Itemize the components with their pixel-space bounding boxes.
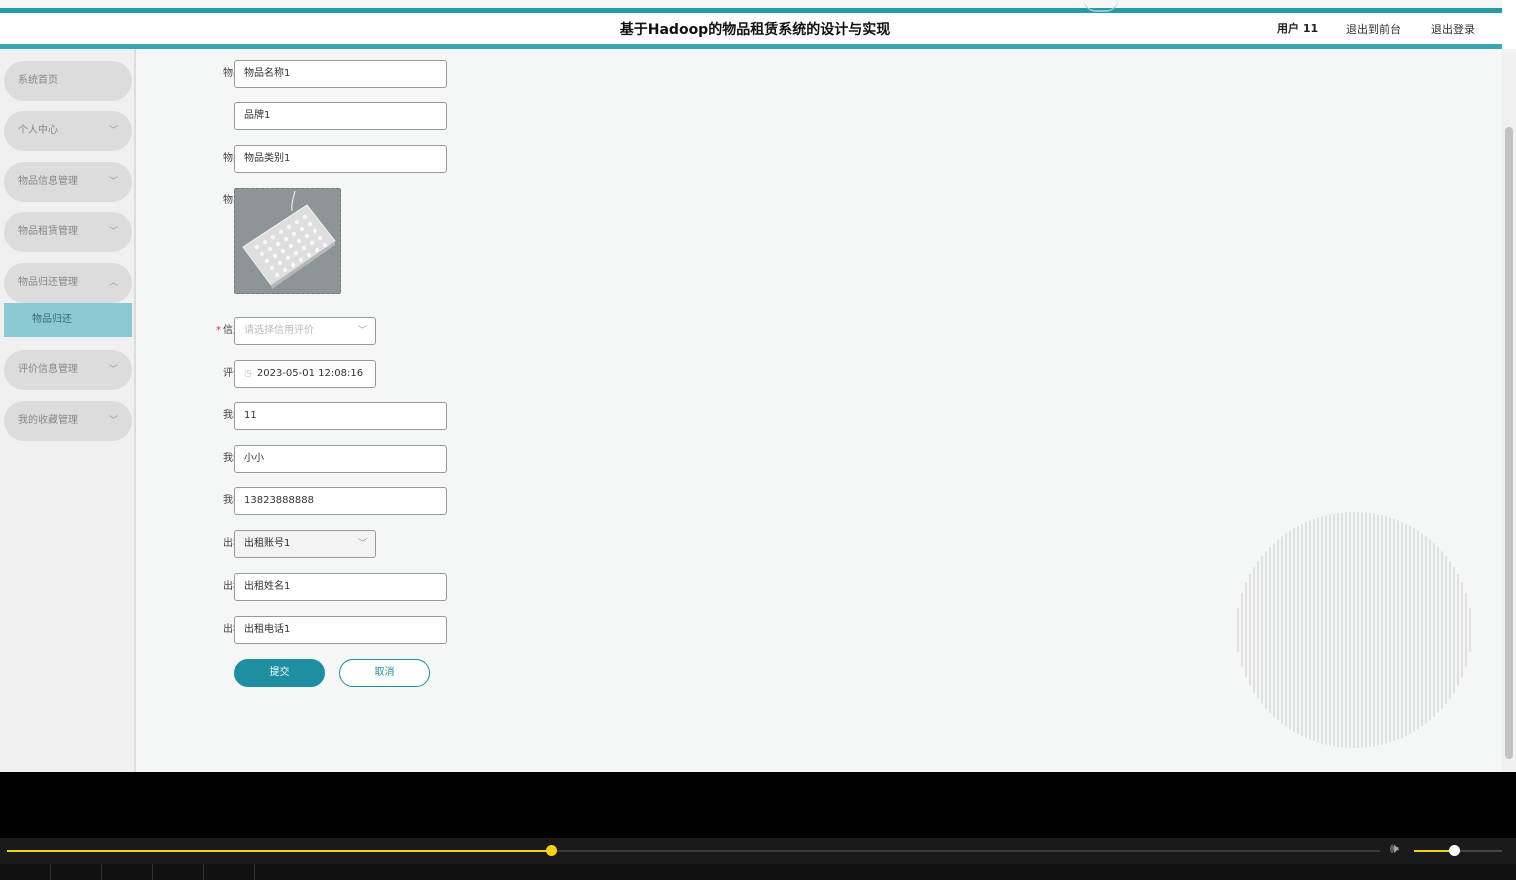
form-row-lessor-phone: 出租电话 出租电话1 bbox=[137, 616, 537, 644]
lessor-account-value: 出租账号1 bbox=[244, 538, 291, 549]
brand-field[interactable]: 品牌1 bbox=[234, 102, 447, 130]
seek-progress-fill bbox=[7, 850, 551, 852]
sidebar-item-label: 物品归还管理 bbox=[18, 277, 78, 288]
lessor-account-select[interactable]: 出租账号1 ﹀ bbox=[234, 530, 376, 558]
player-segment bbox=[0, 864, 51, 880]
player-segment bbox=[102, 864, 153, 880]
sidebar-item-favorites[interactable]: 我的收藏管理 ﹀ bbox=[4, 401, 132, 441]
form-row-review-time: 评价时间 ◷2023-05-01 12:08:16 bbox=[137, 360, 537, 388]
chevron-down-icon: ﹀ bbox=[108, 416, 118, 426]
item-image-upload[interactable] bbox=[234, 188, 341, 294]
clock-icon: ◷ bbox=[244, 369, 252, 379]
sidebar-subitem-item-return[interactable]: 物品归还 bbox=[4, 303, 132, 337]
sidebar: 系统首页 个人中心 ﹀ 物品信息管理 ﹀ 物品租赁管理 ﹀ 物品归还管理 ︿ 物品归还 … bbox=[0, 49, 136, 772]
header-bar: 基于Hadoop的物品租赁系统的设计与实现 用户 11 退出到前台 退出登录 bbox=[0, 13, 1502, 45]
form-row-my-phone: 我的电话 13823888888 bbox=[137, 487, 537, 515]
sidebar-item-item-return[interactable]: 物品归还管理 ︿ bbox=[4, 263, 132, 303]
credit-placeholder: 请选择信用评价 bbox=[244, 325, 314, 336]
sidebar-item-review-info[interactable]: 评价信息管理 ﹀ bbox=[4, 350, 132, 390]
cancel-button[interactable]: 取消 bbox=[339, 659, 430, 687]
app-screen: 基于Hadoop的物品租赁系统的设计与实现 用户 11 退出到前台 退出登录 系… bbox=[0, 0, 1516, 772]
sidebar-item-label: 我的收藏管理 bbox=[18, 415, 78, 426]
lessor-name-field[interactable]: 出租姓名1 bbox=[234, 573, 447, 601]
form-row-brand: 品牌 品牌1 bbox=[137, 102, 537, 130]
chevron-down-icon: ﹀ bbox=[108, 365, 118, 375]
sidebar-item-item-info[interactable]: 物品信息管理 ﹀ bbox=[4, 162, 132, 202]
sidebar-item-item-rental[interactable]: 物品租赁管理 ﹀ bbox=[4, 212, 132, 252]
review-time-picker[interactable]: ◷ 2023-05-01 12:08:16 bbox=[234, 360, 376, 388]
sidebar-subitem-label: 物品归还 bbox=[32, 314, 72, 325]
required-mark: * bbox=[216, 325, 221, 336]
chevron-down-icon: ﹀ bbox=[357, 539, 367, 549]
category-field[interactable]: 物品类别1 bbox=[234, 145, 447, 173]
seek-bar[interactable] bbox=[7, 850, 1380, 852]
form-row-category: 物品类别 物品类别1 bbox=[137, 145, 537, 173]
my-account-field[interactable]: 11 bbox=[234, 402, 447, 430]
submit-button[interactable]: 提交 bbox=[234, 659, 325, 687]
header-right-fill bbox=[1502, 0, 1516, 49]
chevron-down-icon: ﹀ bbox=[108, 126, 118, 136]
volume-knob[interactable] bbox=[1448, 845, 1460, 856]
chevron-up-icon: ︿ bbox=[108, 278, 118, 288]
keyboard-image bbox=[235, 189, 340, 293]
sidebar-item-label: 物品信息管理 bbox=[18, 176, 78, 187]
player-segment bbox=[51, 864, 102, 880]
scrollbar-thumb[interactable] bbox=[1505, 127, 1513, 759]
review-time-value: 2023-05-01 12:08:16 bbox=[256, 368, 364, 379]
exit-to-front-link[interactable]: 退出到前台 bbox=[1346, 21, 1401, 37]
chevron-down-icon: ﹀ bbox=[108, 227, 118, 237]
form-row-my-name: 我的姓名 小小 bbox=[137, 445, 537, 473]
player-segment bbox=[204, 864, 255, 880]
form-row-my-account: 我的账号 11 bbox=[137, 402, 537, 430]
user-label: 用户 11 bbox=[1277, 22, 1319, 35]
form-row-lessor-account: 出租账号 出租账号1 ﹀ bbox=[137, 530, 537, 558]
my-name-field[interactable]: 小小 bbox=[234, 445, 447, 473]
chevron-down-icon: ﹀ bbox=[108, 177, 118, 187]
sidebar-item-label: 物品租赁管理 bbox=[18, 226, 78, 237]
sidebar-item-label: 评价信息管理 bbox=[18, 364, 78, 375]
player-segment bbox=[153, 864, 204, 880]
chevron-down-icon: ﹀ bbox=[357, 326, 367, 336]
form-row-credit: *信用评价 请选择信用评价 ﹀ bbox=[137, 317, 537, 345]
volume-fill bbox=[1414, 850, 1454, 852]
sidebar-item-label: 个人中心 bbox=[18, 125, 58, 136]
credit-select[interactable]: 请选择信用评价 ﹀ bbox=[234, 317, 376, 345]
logout-link[interactable]: 退出登录 bbox=[1431, 21, 1475, 37]
form-row-lessor-name: 出租姓名 出租姓名1 bbox=[137, 573, 537, 601]
form-row-item-name: 物品名称 物品名称1 bbox=[137, 60, 537, 88]
lessor-phone-field[interactable]: 出租电话1 bbox=[234, 616, 447, 644]
vertical-scrollbar[interactable] bbox=[1502, 49, 1516, 772]
item-name-field[interactable]: 物品名称1 bbox=[234, 60, 447, 88]
player-bottom-strip bbox=[0, 864, 1516, 880]
sidebar-item-label: 系统首页 bbox=[18, 75, 58, 86]
sidebar-item-personal-center[interactable]: 个人中心 ﹀ bbox=[4, 111, 132, 151]
decorative-striped-circle bbox=[1237, 512, 1471, 748]
sidebar-item-home[interactable]: 系统首页 bbox=[4, 61, 132, 101]
my-phone-field[interactable]: 13823888888 bbox=[234, 487, 447, 515]
volume-icon[interactable]: 🕪 bbox=[1390, 841, 1399, 857]
seek-knob[interactable] bbox=[545, 845, 557, 856]
